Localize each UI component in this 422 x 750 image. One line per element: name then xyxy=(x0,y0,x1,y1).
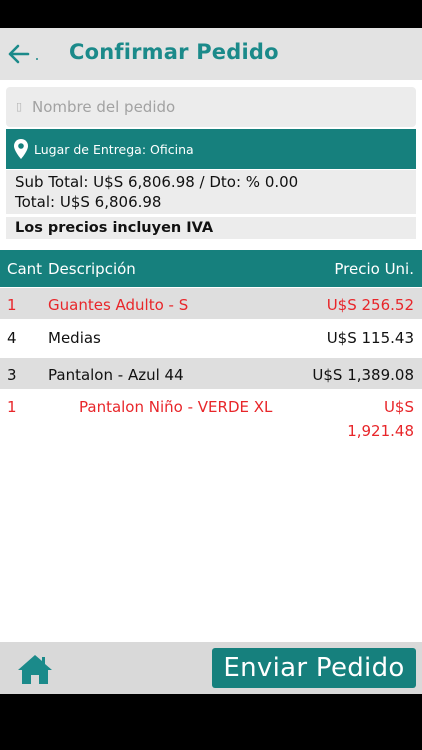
row-description: Guantes Adulto - S xyxy=(48,296,189,314)
row-description: Pantalon - Azul 44 xyxy=(48,366,184,384)
subtotal-text: Sub Total: U$S 6,806.98 / Dto: % 0.00 xyxy=(15,173,299,191)
header-price: Precio Uni. xyxy=(334,260,414,278)
total-text: Total: U$S 6,806.98 xyxy=(15,193,162,211)
status-bar xyxy=(0,0,422,28)
table-header: Cant Descripción Precio Uni. xyxy=(0,250,422,287)
row-price: U$S 115.43 xyxy=(326,329,414,347)
order-name-field[interactable]: ▯ xyxy=(6,87,416,127)
row-qty: 1 xyxy=(7,296,17,314)
table-row[interactable]: 1 Guantes Adulto - S U$S 256.52 xyxy=(0,288,422,319)
table-row[interactable]: 1 Pantalon Niño - VERDE XL U$S 1,921.48 xyxy=(0,390,422,442)
table-row[interactable]: 3 Pantalon - Azul 44 U$S 1,389.08 xyxy=(0,358,422,389)
app-bar: Confirmar Pedido xyxy=(0,28,422,80)
arrow-left-icon xyxy=(8,44,38,64)
send-order-button[interactable]: Enviar Pedido xyxy=(212,648,416,688)
row-price: U$S 1,389.08 xyxy=(312,366,414,384)
row-qty: 3 xyxy=(7,366,17,384)
header-description: Descripción xyxy=(48,260,136,278)
row-price-amount: 1,921.48 xyxy=(347,422,414,440)
home-icon xyxy=(18,655,52,684)
iva-note: Los precios incluyen IVA xyxy=(6,217,416,239)
row-price-currency: U$S xyxy=(383,398,414,416)
totals-box: Sub Total: U$S 6,806.98 / Dto: % 0.00 To… xyxy=(6,170,416,214)
order-content: ▯ Lugar de Entrega: Oficina Sub Total: U… xyxy=(0,80,422,642)
edit-icon: ▯ xyxy=(16,100,23,113)
bottom-bar: Enviar Pedido xyxy=(0,642,422,694)
row-description: Medias xyxy=(48,329,101,347)
delivery-label: Lugar de Entrega: Oficina xyxy=(34,141,194,157)
home-button[interactable] xyxy=(16,653,54,685)
delivery-location[interactable]: Lugar de Entrega: Oficina xyxy=(6,129,416,169)
header-qty: Cant xyxy=(7,260,43,278)
order-name-input[interactable] xyxy=(32,98,392,116)
row-description: Pantalon Niño - VERDE XL xyxy=(79,398,273,416)
row-qty: 4 xyxy=(7,329,17,347)
table-row[interactable]: 4 Medias U$S 115.43 xyxy=(0,320,422,357)
map-pin-icon xyxy=(14,139,28,159)
page-title: Confirmar Pedido xyxy=(69,40,279,64)
row-price: U$S 256.52 xyxy=(326,296,414,314)
back-button[interactable] xyxy=(6,38,46,70)
row-qty: 1 xyxy=(7,398,17,416)
system-nav-bar xyxy=(0,694,422,750)
